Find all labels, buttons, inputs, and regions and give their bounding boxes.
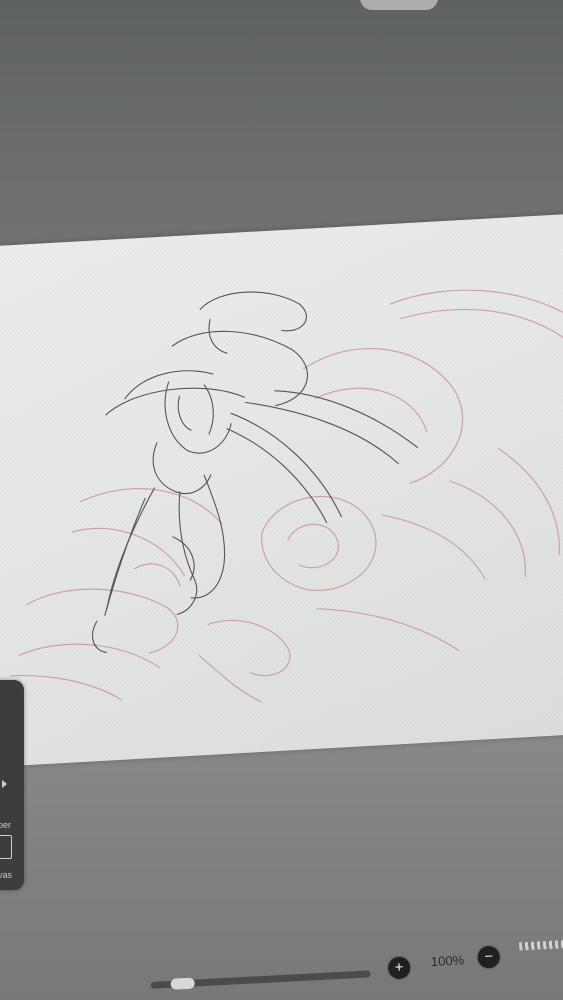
top-toolbar-fragment[interactable] [360,0,438,10]
sketch-artwork [9,289,563,703]
plus-icon: + [394,958,404,977]
app-screen: per vas + 100% − [0,0,563,1000]
red-sketch-layer [9,289,563,703]
minus-icon: − [483,947,494,966]
bottom-zoom-bar: + 100% − [0,920,563,1000]
dark-sketch-layer [92,291,419,654]
chevron-right-icon[interactable] [2,780,7,788]
scrollbar-thumb[interactable] [170,977,195,990]
zoom-level-label: 100% [430,952,465,970]
drawing-canvas-area[interactable] [0,213,563,767]
zoom-in-button[interactable]: + [387,956,411,980]
zoom-out-button[interactable]: − [477,945,501,969]
paper-swatch-icon[interactable] [0,835,12,859]
paper-label: per [0,820,12,830]
canvas-label: vas [0,870,13,880]
left-toolbar-panel[interactable]: per vas [0,680,24,890]
zoom-slider-dots[interactable] [519,939,563,951]
